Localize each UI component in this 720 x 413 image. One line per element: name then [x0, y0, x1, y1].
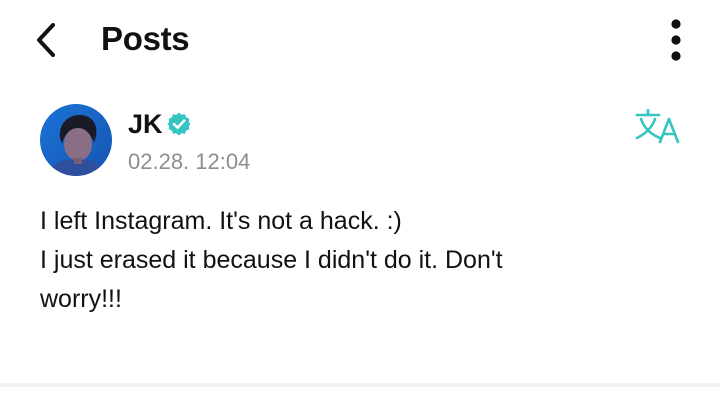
app-bar: Posts: [0, 0, 720, 80]
verified-badge-icon: [167, 112, 191, 136]
translate-button[interactable]: [632, 104, 684, 148]
posts-screen: Posts JK 02.28. 12:04 I left Instagram. …: [0, 0, 720, 413]
post-body-line: I just erased it because I didn't do it.…: [40, 246, 503, 274]
divider: [0, 383, 720, 387]
post-body-line: worry!!!: [40, 285, 122, 313]
avatar[interactable]: [40, 104, 112, 176]
post-timestamp: 02.28. 12:04: [128, 149, 251, 174]
page-title: Posts: [101, 20, 190, 57]
more-options-button[interactable]: [656, 14, 696, 66]
author-name[interactable]: JK: [128, 108, 163, 140]
chevron-left-icon: [37, 23, 55, 57]
post-body: I left Instagram. It's not a hack. :) I …: [40, 202, 680, 319]
more-vertical-icon: [671, 19, 681, 61]
post-body-line: I left Instagram. It's not a hack. :): [40, 207, 402, 235]
translate-icon: [635, 108, 680, 144]
back-button[interactable]: [22, 16, 70, 64]
